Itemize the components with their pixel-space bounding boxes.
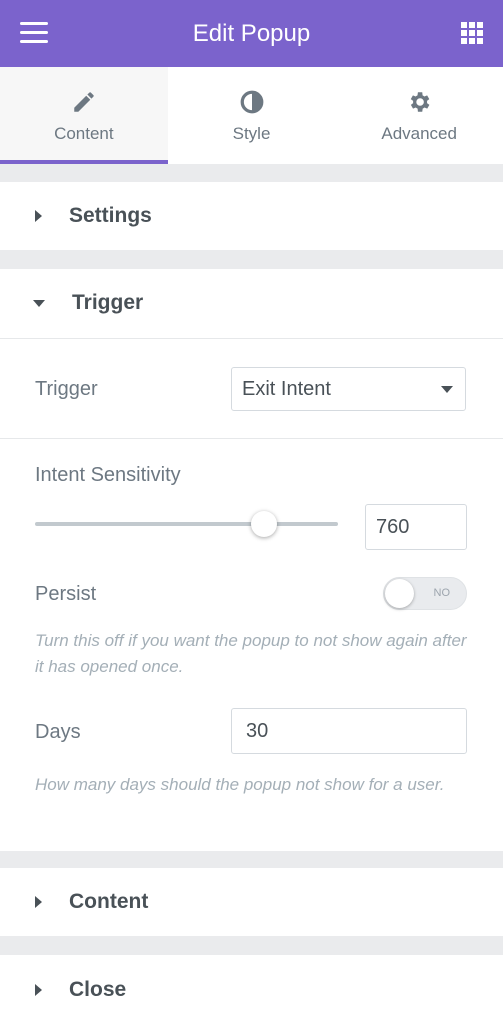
section-close-label: Close [69, 977, 127, 1001]
contrast-icon [239, 88, 265, 116]
tab-advanced[interactable]: Advanced [335, 67, 503, 164]
tab-style-label: Style [232, 123, 271, 143]
trigger-label: Trigger [35, 378, 98, 400]
hamburger-icon[interactable] [20, 22, 48, 44]
sensitivity-slider-track[interactable] [35, 522, 338, 526]
trigger-select[interactable]: Exit Intent [231, 367, 466, 411]
tab-bar: Content Style Advanced [0, 67, 503, 164]
trigger-select-value: Exit Intent [242, 377, 331, 400]
panel-title: Edit Popup [192, 19, 311, 47]
tab-content[interactable]: Content [0, 67, 168, 164]
gear-icon [406, 88, 432, 116]
section-settings-label: Settings [69, 204, 152, 227]
section-gap [0, 851, 503, 868]
section-content-label: Content [69, 890, 149, 913]
tab-advanced-label: Advanced [381, 123, 457, 143]
days-input[interactable]: 30 [231, 708, 467, 754]
chevron-down-icon [441, 386, 453, 393]
days-input-value: 30 [246, 719, 269, 742]
days-help-text: How many days should the popup not show … [35, 775, 445, 794]
caret-down-icon [33, 299, 45, 307]
section-gap [0, 936, 503, 955]
caret-right-icon [35, 896, 42, 908]
divider [0, 438, 503, 439]
sensitivity-input-value: 760 [376, 515, 410, 538]
header-bar: Edit Popup [0, 0, 503, 67]
section-content[interactable]: Content [0, 868, 503, 936]
tab-content-label: Content [54, 123, 114, 143]
persist-help-text: Turn this off if you want the popup to n… [35, 631, 467, 676]
pencil-icon [71, 88, 97, 116]
grid-icon[interactable] [461, 22, 483, 44]
section-gap [0, 164, 503, 182]
persist-label: Persist [35, 583, 97, 605]
divider [0, 338, 503, 339]
intent-sensitivity-label: Intent Sensitivity [35, 464, 181, 486]
days-label: Days [35, 721, 81, 743]
sensitivity-input[interactable]: 760 [365, 504, 467, 550]
section-close[interactable]: Close [0, 955, 503, 1024]
toggle-state-text: NO [433, 587, 451, 599]
section-gap [0, 250, 503, 269]
caret-right-icon [35, 210, 42, 222]
sensitivity-slider-handle[interactable] [251, 511, 277, 537]
toggle-knob [385, 579, 414, 608]
caret-right-icon [35, 983, 42, 996]
section-trigger-label: Trigger [72, 291, 144, 314]
tab-style[interactable]: Style [168, 67, 336, 164]
section-trigger[interactable]: Trigger [0, 269, 503, 337]
persist-toggle[interactable]: NO [383, 577, 467, 610]
section-settings[interactable]: Settings [0, 182, 503, 250]
